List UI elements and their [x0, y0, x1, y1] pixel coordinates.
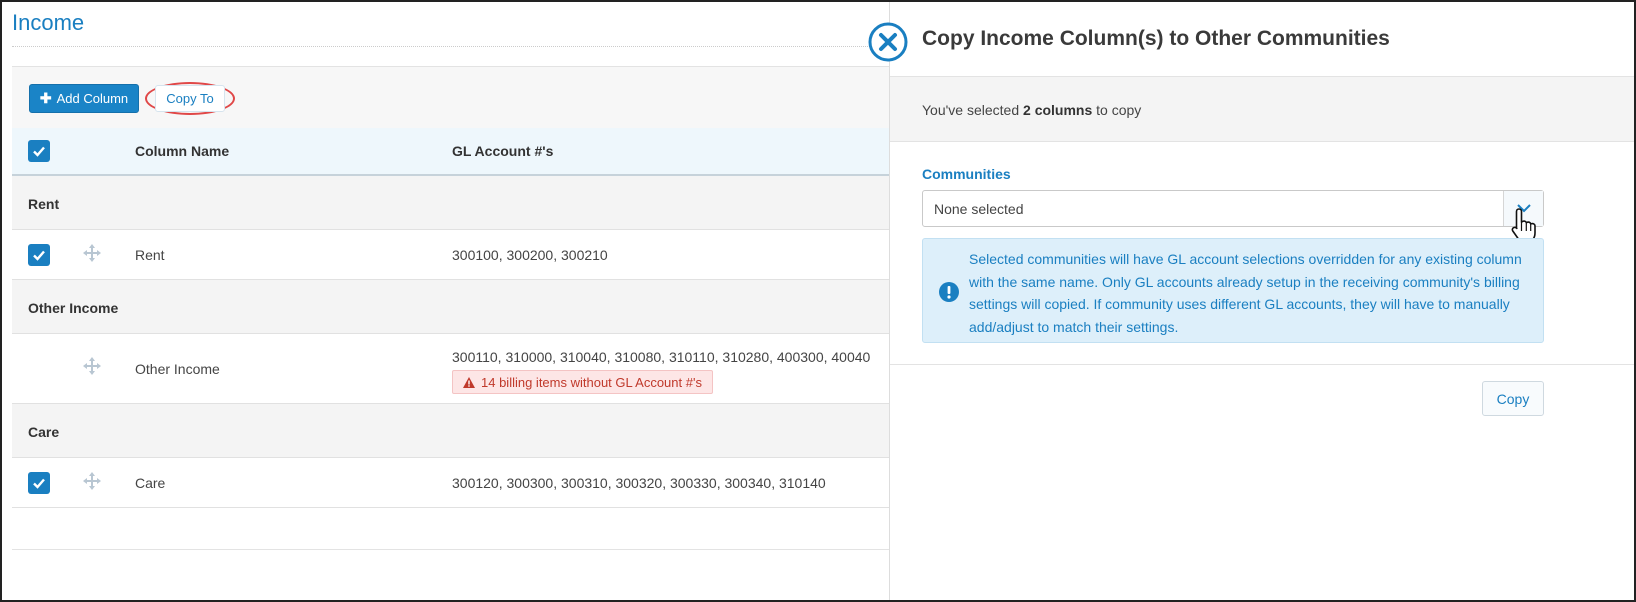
table-row[interactable]: Other Income 300110, 310000, 310040, 310… — [12, 334, 932, 404]
group-row-other-income: Other Income — [12, 280, 932, 334]
selection-suffix: to copy — [1092, 102, 1142, 118]
gl-accounts-header: GL Account #'s — [452, 143, 554, 159]
row-checkbox[interactable] — [28, 472, 50, 494]
app-frame: Income ✚ Add Column Copy To Column Name … — [0, 0, 1636, 602]
info-text: Selected communities will have GL accoun… — [969, 251, 1522, 335]
info-alert: Selected communities will have GL accoun… — [922, 238, 1544, 343]
add-column-button[interactable]: ✚ Add Column — [29, 84, 139, 113]
selection-text: You've selected 2 columns to copy — [922, 102, 1141, 118]
plus-icon: ✚ — [39, 90, 52, 106]
panel-title: Copy Income Column(s) to Other Communiti… — [922, 27, 1390, 50]
missing-accounts-warning[interactable]: 14 billing items without GL Account #'s — [452, 370, 713, 394]
close-icon[interactable] — [868, 22, 908, 62]
communities-select-value: None selected — [934, 201, 1024, 217]
selection-prefix: You've selected — [922, 102, 1024, 118]
copy-button[interactable]: Copy — [1482, 381, 1544, 416]
communities-select[interactable]: None selected — [922, 190, 1544, 227]
copy-to-button[interactable]: Copy To — [155, 85, 225, 112]
warning-icon — [463, 376, 475, 388]
row-checkbox[interactable] — [28, 244, 50, 266]
page-title: Income — [12, 10, 85, 35]
table-row[interactable]: Rent 300100, 300200, 300210 — [12, 230, 932, 280]
group-row-care: Care — [12, 404, 932, 458]
copy-columns-panel: Copy Income Column(s) to Other Communiti… — [868, 2, 1634, 600]
column-name: Rent — [135, 247, 165, 263]
group-label: Rent — [28, 196, 60, 212]
table-row[interactable]: Care 300120, 300300, 300310, 300320, 300… — [12, 458, 932, 508]
drag-handle-icon[interactable] — [82, 471, 102, 491]
add-column-label: Add Column — [56, 91, 129, 106]
table-header: Column Name GL Account #'s — [12, 128, 932, 176]
gl-accounts: 300100, 300200, 300210 — [452, 247, 608, 263]
title-divider — [12, 46, 932, 47]
panel-header: Copy Income Column(s) to Other Communiti… — [868, 2, 1634, 76]
column-name: Care — [135, 475, 166, 491]
group-label: Care — [28, 424, 60, 440]
warning-text: 14 billing items without GL Account #'s — [481, 374, 702, 390]
group-row-rent: Rent — [12, 176, 932, 230]
panel-divider — [890, 364, 1634, 365]
table-footer-divider — [12, 549, 932, 550]
gl-accounts: 300110, 310000, 310040, 310080, 310110, … — [452, 349, 871, 365]
column-name-header: Column Name — [135, 143, 230, 159]
check-icon — [33, 250, 45, 261]
select-all-checkbox[interactable] — [28, 140, 50, 162]
toolbar: ✚ Add Column Copy To — [12, 66, 932, 128]
income-columns-table: Column Name GL Account #'s Rent Rent 300… — [12, 128, 932, 508]
selection-count: 2 columns — [1023, 102, 1093, 118]
communities-label: Communities — [922, 166, 1011, 182]
exclamation-icon — [939, 282, 959, 302]
group-label: Other Income — [28, 300, 119, 316]
check-icon — [33, 478, 45, 489]
drag-handle-icon[interactable] — [82, 356, 102, 376]
gl-accounts: 300120, 300300, 300310, 300320, 300330, … — [452, 475, 826, 491]
check-icon — [33, 146, 45, 157]
drag-handle-icon[interactable] — [82, 243, 102, 263]
selection-summary: You've selected 2 columns to copy — [890, 76, 1634, 142]
column-name: Other Income — [135, 361, 220, 377]
copy-to-annotation: Copy To — [145, 82, 235, 115]
